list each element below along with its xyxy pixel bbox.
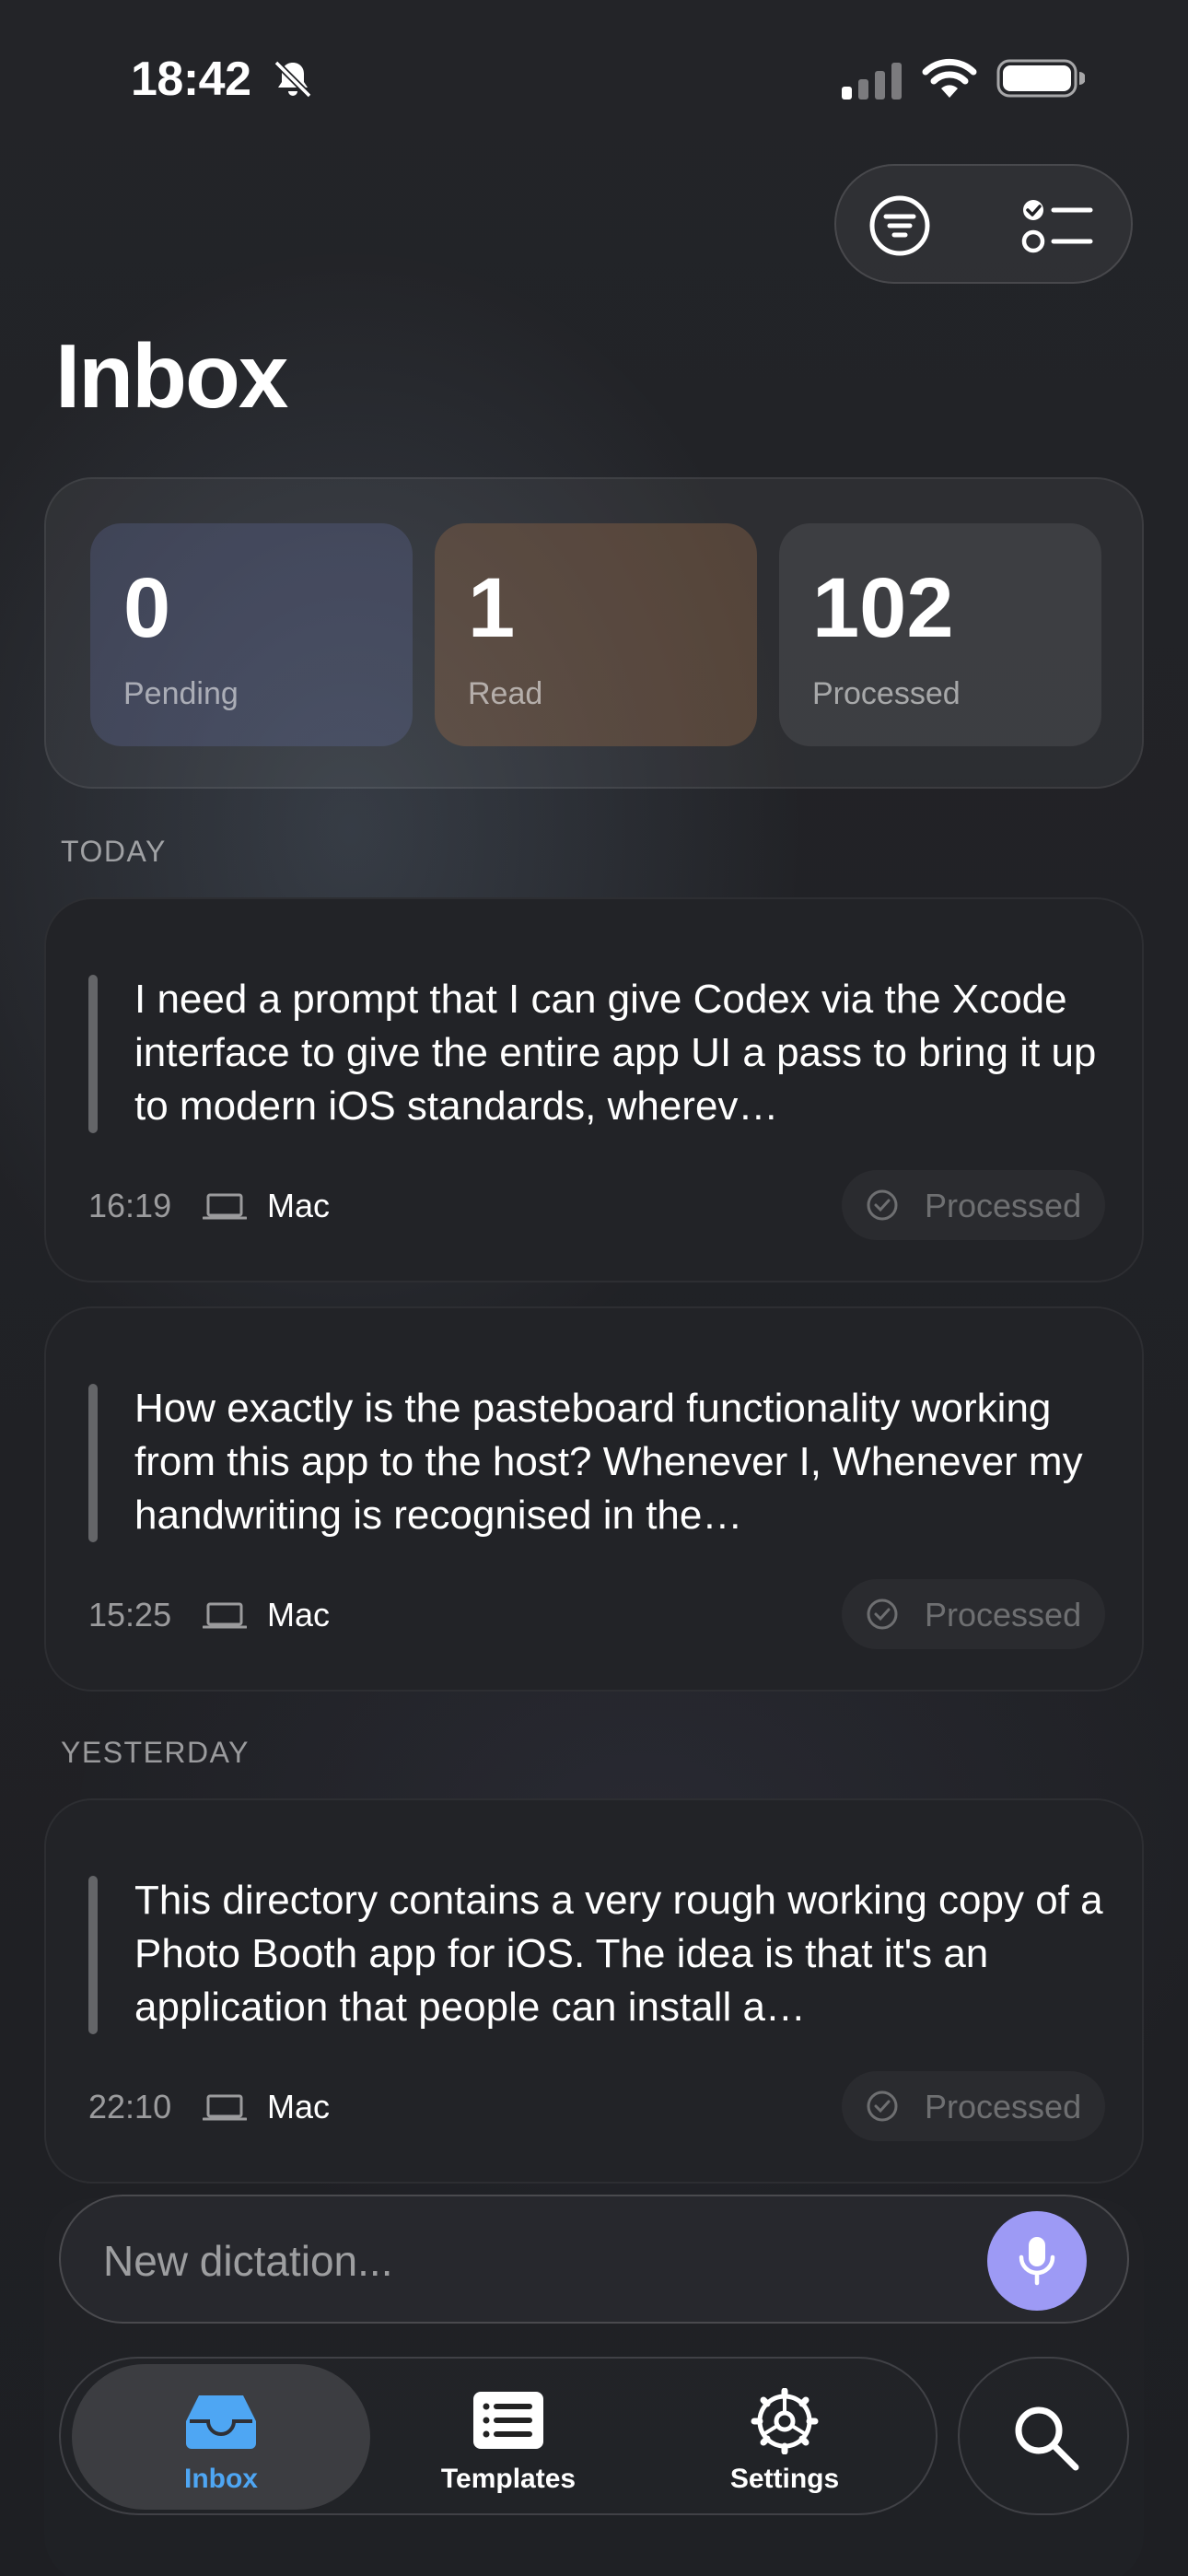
checkmark-circle-icon	[867, 2090, 898, 2122]
stat-label: Read	[468, 676, 543, 711]
bell-slash-icon	[274, 60, 312, 99]
stat-label: Pending	[123, 676, 239, 711]
gear-icon	[751, 2388, 819, 2454]
item-accent-bar	[88, 975, 98, 1133]
list-item[interactable]: I need a prompt that I can give Codex vi…	[44, 897, 1144, 1282]
checkmark-circle-icon	[867, 1189, 898, 1221]
screen: 18:42 Inbox 0 Pending 1 Read 102 Process…	[0, 0, 1188, 2576]
tab-label: Templates	[440, 2464, 577, 2494]
search-button[interactable]	[958, 2357, 1129, 2515]
tab-bar: Inbox Templates Settings	[59, 2357, 938, 2515]
status-badge: Processed	[842, 1170, 1105, 1240]
status-badge: Processed	[842, 2071, 1105, 2141]
status-text: Processed	[925, 2088, 1082, 2125]
stats-panel: 0 Pending 1 Read 102 Processed	[44, 477, 1144, 789]
dictation-input[interactable]	[103, 2233, 932, 2289]
item-accent-bar	[88, 1876, 98, 2034]
checklist-icon[interactable]	[1020, 193, 1094, 258]
item-meta: 15:25 Mac Processed	[88, 1579, 1105, 1649]
tab-label: Inbox	[184, 2464, 258, 2494]
stat-card-pending[interactable]: 0 Pending	[90, 523, 413, 746]
stat-value: 0	[123, 561, 171, 655]
tab-inbox[interactable]: Inbox	[72, 2364, 370, 2510]
checkmark-circle-icon	[867, 1598, 898, 1630]
stat-card-processed[interactable]: 102 Processed	[779, 523, 1101, 746]
item-device: Mac	[267, 2088, 331, 2125]
item-time: 16:19	[88, 1187, 172, 1224]
status-time: 18:42	[131, 53, 251, 106]
stat-label: Processed	[812, 676, 961, 711]
section-header-today: TODAY	[61, 835, 167, 868]
status-text: Processed	[925, 1187, 1082, 1224]
list-document-icon	[473, 2392, 543, 2449]
status-badge: Processed	[842, 1579, 1105, 1649]
tab-settings[interactable]: Settings	[646, 2364, 923, 2510]
tab-templates[interactable]: Templates	[370, 2364, 646, 2510]
stat-card-read[interactable]: 1 Read	[435, 523, 757, 746]
item-accent-bar	[88, 1384, 98, 1542]
signal-icon	[842, 63, 902, 100]
toolbar-pill	[834, 164, 1133, 284]
list-item[interactable]: How exactly is the pasteboard functional…	[44, 1306, 1144, 1692]
list-item[interactable]: This directory contains a very rough wor…	[44, 1798, 1144, 2184]
status-bar: 18:42	[0, 0, 1188, 157]
filter-icon[interactable]	[868, 193, 932, 258]
tray-icon	[186, 2395, 256, 2449]
item-device: Mac	[267, 1187, 331, 1224]
item-time: 15:25	[88, 1596, 172, 1633]
status-text: Processed	[925, 1596, 1082, 1633]
microphone-button[interactable]	[987, 2211, 1087, 2311]
search-icon	[1015, 2406, 1079, 2471]
item-text: This directory contains a very rough wor…	[134, 1878, 1103, 2030]
laptop-icon	[203, 1193, 247, 1220]
microphone-icon	[1019, 2237, 1055, 2286]
wifi-icon	[922, 58, 977, 98]
stat-value: 102	[812, 561, 954, 655]
item-text: I need a prompt that I can give Codex vi…	[134, 977, 1097, 1129]
tab-label: Settings	[729, 2464, 840, 2494]
page-title: Inbox	[55, 325, 288, 427]
item-device: Mac	[267, 1596, 331, 1633]
laptop-icon	[203, 1602, 247, 1629]
item-text: How exactly is the pasteboard functional…	[134, 1386, 1083, 1538]
battery-icon	[996, 59, 1085, 98]
item-meta: 16:19 Mac Processed	[88, 1170, 1105, 1240]
item-time: 22:10	[88, 2088, 172, 2125]
dictation-bar	[59, 2195, 1129, 2324]
item-meta: 22:10 Mac Processed	[88, 2071, 1105, 2141]
section-header-yesterday: YESTERDAY	[61, 1736, 250, 1769]
stat-value: 1	[468, 561, 516, 655]
laptop-icon	[203, 2094, 247, 2121]
